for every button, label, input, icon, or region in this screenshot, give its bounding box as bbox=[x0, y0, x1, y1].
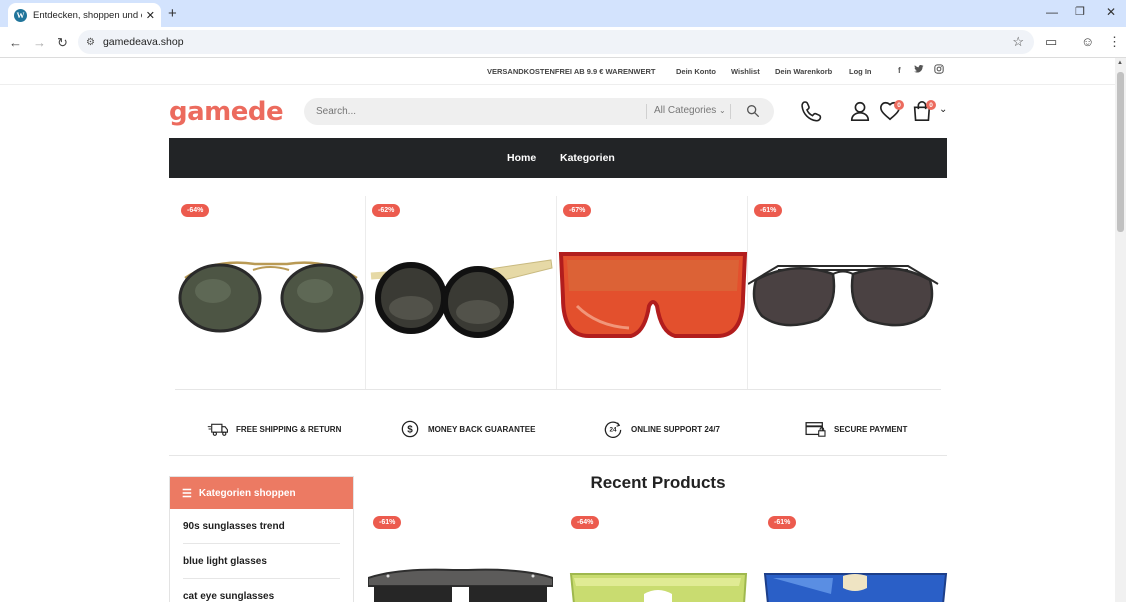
page-scrollbar[interactable]: ▲ bbox=[1115, 58, 1126, 602]
feature-label: FREE SHIPPING & RETURN bbox=[236, 424, 342, 434]
wishlist-count-badge: 0 bbox=[894, 100, 904, 110]
feature-secure-payment: SECURE PAYMENT bbox=[805, 420, 907, 438]
carousel-product-card[interactable]: -61% bbox=[748, 196, 939, 389]
link-cart[interactable]: Dein Warenkorb bbox=[775, 67, 832, 76]
nav-kategorien[interactable]: Kategorien bbox=[560, 152, 615, 164]
nav-home[interactable]: Home bbox=[507, 152, 536, 164]
category-select-label: All Categories bbox=[654, 105, 717, 116]
back-icon[interactable]: ← bbox=[9, 35, 22, 50]
cast-search-icon[interactable]: ▭ bbox=[1045, 34, 1057, 50]
category-sidebar: ☰ Kategorien shoppen 90s sunglasses tren… bbox=[169, 476, 354, 602]
link-login[interactable]: Log In bbox=[849, 67, 872, 76]
chevron-down-icon: ⌄ bbox=[719, 106, 726, 115]
restore-icon[interactable]: ❐ bbox=[1075, 5, 1085, 18]
feature-label: MONEY BACK GUARANTEE bbox=[428, 424, 536, 434]
feature-money-back: $ MONEY BACK GUARANTEE bbox=[399, 420, 535, 438]
browser-tab[interactable]: W Entdecken, shoppen und einkaufen ✕ bbox=[8, 3, 161, 27]
svg-text:$: $ bbox=[407, 425, 413, 436]
window-close-icon[interactable]: ✕ bbox=[1106, 5, 1116, 19]
support-24-icon: 24 bbox=[604, 421, 622, 438]
product-carousel: -64% -62% -67% -61% bbox=[175, 196, 941, 390]
search-icon[interactable] bbox=[745, 103, 761, 119]
truck-icon bbox=[207, 423, 228, 436]
discount-badge: -61% bbox=[768, 516, 797, 529]
address-bar[interactable]: ⚙ gamedeava.shop ☆ bbox=[78, 30, 1034, 54]
svg-text:24: 24 bbox=[609, 427, 617, 434]
cart-count-badge: 0 bbox=[926, 100, 936, 110]
feature-strip: FREE SHIPPING & RETURN $ MONEY BACK GUAR… bbox=[169, 408, 947, 456]
minimize-icon[interactable]: — bbox=[1046, 5, 1058, 19]
phone-icon[interactable] bbox=[800, 98, 824, 124]
instagram-icon[interactable] bbox=[934, 64, 944, 76]
main-navigation: Home Kategorien bbox=[169, 138, 947, 178]
scroll-up-icon[interactable]: ▲ bbox=[1117, 60, 1123, 66]
url-text: gamedeava.shop bbox=[102, 36, 184, 48]
site-logo[interactable]: gamede bbox=[169, 97, 284, 127]
recent-product-card[interactable]: -64% bbox=[566, 510, 751, 602]
hamburger-menu-icon: ☰ bbox=[182, 487, 192, 500]
category-select[interactable]: All Categories ⌄ bbox=[654, 105, 726, 116]
facebook-icon[interactable]: f bbox=[898, 66, 901, 75]
feature-online-support: 24 ONLINE SUPPORT 24/7 bbox=[602, 420, 720, 438]
bookmark-star-icon[interactable]: ☆ bbox=[1012, 34, 1024, 50]
discount-badge: -64% bbox=[181, 204, 210, 217]
recent-products-heading: Recent Products bbox=[590, 473, 726, 492]
new-tab-button[interactable]: + bbox=[168, 5, 177, 22]
scrollbar-thumb[interactable] bbox=[1117, 72, 1124, 232]
shipping-promo: VERSANDKOSTENFREI AB 9.9 € WARENWERT bbox=[487, 67, 656, 76]
sidebar-title: Kategorien shoppen bbox=[198, 487, 296, 499]
feature-label: ONLINE SUPPORT 24/7 bbox=[631, 424, 720, 434]
wordpress-favicon-icon: W bbox=[14, 8, 27, 22]
tab-title: Entdecken, shoppen und einkaufen bbox=[33, 9, 142, 21]
discount-badge: -64% bbox=[571, 516, 600, 529]
search-input[interactable] bbox=[316, 104, 636, 119]
discount-badge: -61% bbox=[754, 204, 783, 217]
reload-icon[interactable]: ↻ bbox=[57, 35, 68, 51]
browser-tab-bar: W Entdecken, shoppen und einkaufen ✕ + —… bbox=[0, 0, 1126, 27]
discount-badge: -62% bbox=[372, 204, 401, 217]
sidebar-header[interactable]: ☰ Kategorien shoppen bbox=[170, 477, 353, 509]
round-sunglasses-image bbox=[370, 259, 553, 338]
recent-product-card[interactable]: -61% bbox=[763, 510, 948, 602]
search-bar: All Categories ⌄ bbox=[304, 98, 774, 125]
browser-toolbar: ← → ↻ ⚙ gamedeava.shop ☆ bbox=[0, 27, 1126, 58]
wood-frame-sunglasses-image bbox=[368, 568, 553, 602]
tab-close-icon[interactable]: ✕ bbox=[146, 9, 155, 22]
sidebar-item-cat-eye-sunglasses[interactable]: cat eye sunglasses bbox=[183, 579, 340, 602]
cart-dropdown-chevron-icon[interactable]: ⌄ bbox=[939, 104, 947, 115]
account-icon[interactable] bbox=[849, 98, 871, 124]
profile-icon[interactable]: ☺ bbox=[1081, 34, 1094, 49]
sidebar-item-blue-light-glasses[interactable]: blue light glasses bbox=[183, 544, 340, 579]
link-account[interactable]: Dein Konto bbox=[676, 67, 716, 76]
aviator-sunglasses-image bbox=[178, 261, 364, 333]
search-divider-2 bbox=[730, 104, 731, 119]
mirrored-blue-sunglasses-image bbox=[763, 573, 948, 602]
forward-icon[interactable]: → bbox=[33, 35, 46, 50]
discount-badge: -61% bbox=[373, 516, 402, 529]
carousel-product-card[interactable]: -64% bbox=[175, 196, 366, 389]
site-info-icon[interactable]: ⚙ bbox=[86, 37, 95, 48]
link-wishlist[interactable]: Wishlist bbox=[731, 67, 760, 76]
recent-product-card[interactable]: -61% bbox=[368, 510, 553, 602]
sidebar-item-90s-sunglasses[interactable]: 90s sunglasses trend bbox=[183, 509, 340, 544]
oversized-red-sunglasses-image bbox=[558, 252, 748, 338]
twitter-icon[interactable] bbox=[914, 64, 924, 76]
mirrored-yellow-sunglasses-image bbox=[569, 573, 748, 602]
square-aviator-sunglasses-image bbox=[748, 265, 939, 327]
discount-badge: -67% bbox=[563, 204, 592, 217]
browser-menu-icon[interactable]: ⋮ bbox=[1108, 34, 1121, 50]
carousel-product-card[interactable]: -62% bbox=[366, 196, 557, 389]
dollar-circle-icon: $ bbox=[401, 420, 419, 438]
credit-card-lock-icon bbox=[805, 422, 826, 437]
feature-label: SECURE PAYMENT bbox=[834, 424, 908, 434]
carousel-product-card[interactable]: -67% bbox=[557, 196, 748, 389]
feature-free-shipping: FREE SHIPPING & RETURN bbox=[207, 420, 341, 438]
top-utility-bar: VERSANDKOSTENFREI AB 9.9 € WARENWERT Dei… bbox=[0, 58, 1115, 85]
search-divider bbox=[646, 104, 647, 119]
